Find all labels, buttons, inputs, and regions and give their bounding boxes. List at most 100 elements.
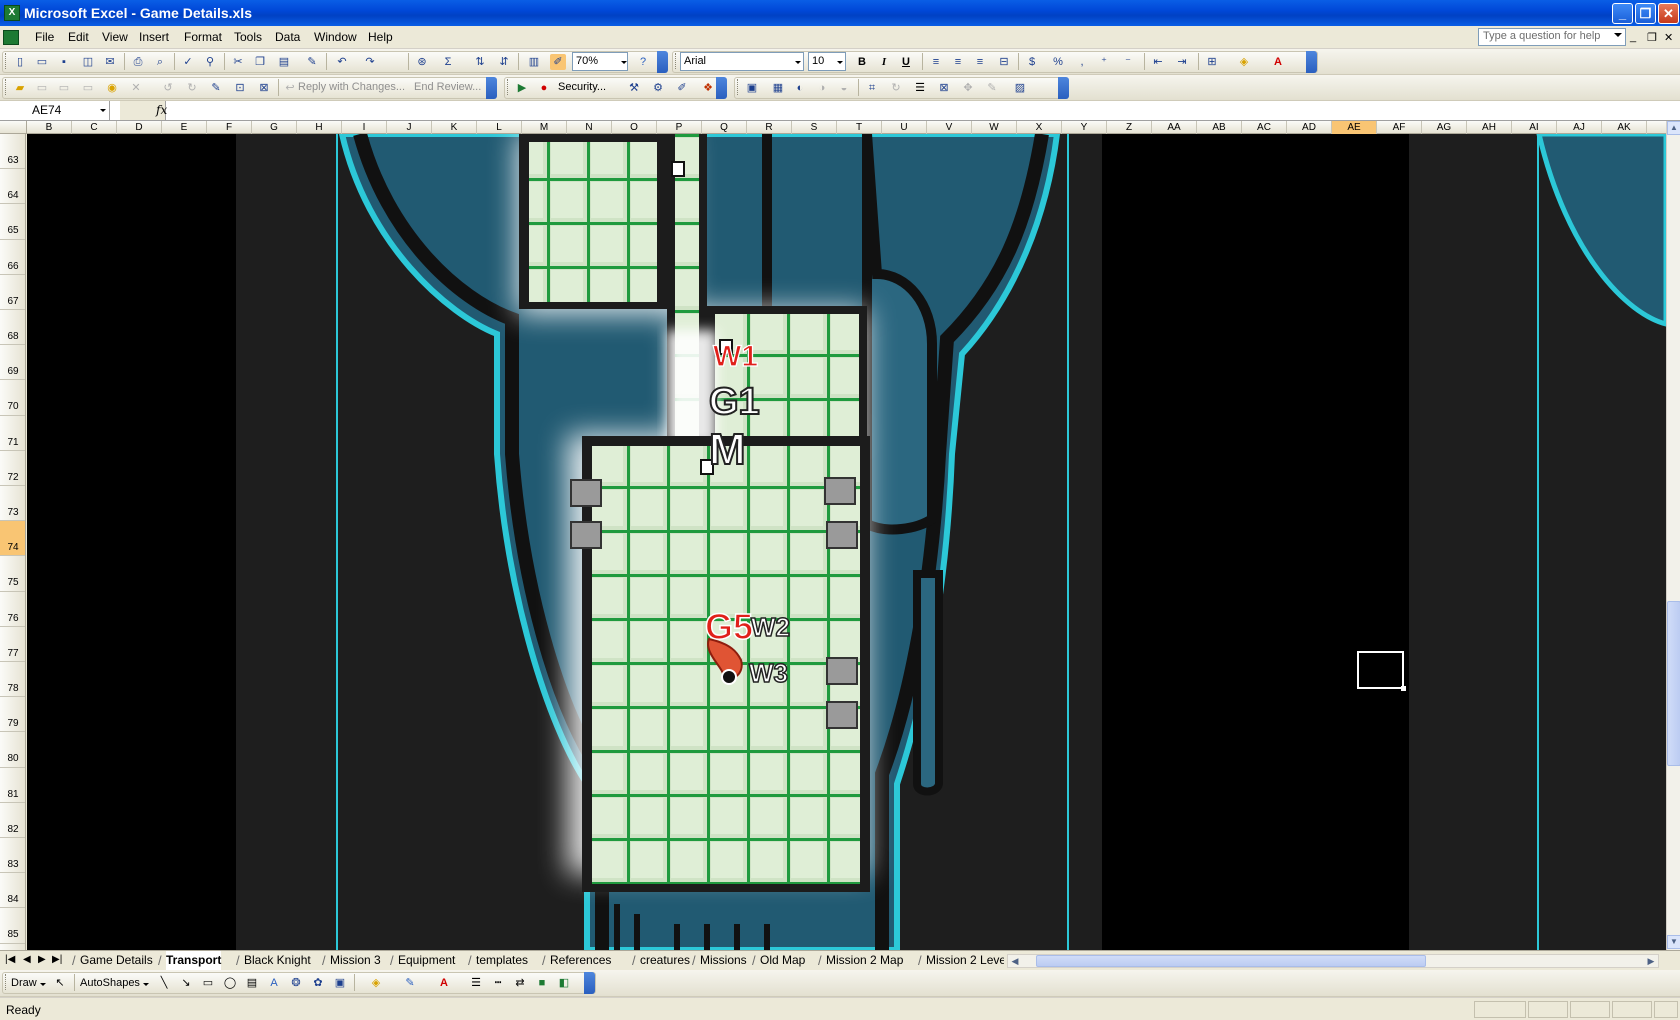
research-icon[interactable]: ⚲ xyxy=(202,54,218,70)
row-header[interactable]: 84 xyxy=(0,873,25,909)
column-header[interactable]: V xyxy=(927,121,972,134)
sort-ascending-icon[interactable]: ⇅ xyxy=(472,54,488,70)
toolbar-options-icon[interactable] xyxy=(716,77,727,99)
sheet-tab[interactable]: Missions xyxy=(700,951,747,970)
doc-restore-button[interactable]: ❐ xyxy=(1647,31,1657,44)
help-dropdown-icon[interactable] xyxy=(1614,33,1622,37)
share-icon[interactable]: ⊠ xyxy=(256,80,272,96)
column-header[interactable]: AG xyxy=(1422,121,1467,134)
protect-icon[interactable]: ⊡ xyxy=(232,80,248,96)
bold-button[interactable]: B xyxy=(854,54,870,70)
3d-style-icon[interactable]: ◧ xyxy=(556,975,572,991)
minimize-button[interactable]: _ xyxy=(1612,3,1633,24)
sheet-tab[interactable]: Old Map xyxy=(760,951,805,970)
draw-dropdown-icon[interactable] xyxy=(40,983,46,986)
note-icon[interactable]: ✎ xyxy=(208,80,224,96)
font-select[interactable]: Arial xyxy=(680,52,804,71)
increase-indent-icon[interactable]: ⇥ xyxy=(1174,54,1190,70)
column-header[interactable]: R xyxy=(747,121,792,134)
fill-color-icon[interactable]: ◈ xyxy=(368,975,384,991)
shadow-style-icon[interactable]: ■ xyxy=(534,975,550,991)
autoshapes-dropdown-icon[interactable] xyxy=(143,983,149,986)
formula-input[interactable] xyxy=(170,101,1675,120)
percent-button[interactable]: % xyxy=(1050,54,1066,70)
increase-decimal-icon[interactable]: ⁺ xyxy=(1096,54,1112,70)
scroll-right-icon[interactable]: ▶ xyxy=(1644,955,1658,967)
permission-icon[interactable]: ◫ xyxy=(80,54,96,70)
column-header[interactable]: Q xyxy=(702,121,747,134)
record-macro-icon[interactable]: ● xyxy=(536,80,552,96)
column-header[interactable]: U xyxy=(882,121,927,134)
column-header[interactable]: F xyxy=(207,121,252,134)
align-left-icon[interactable]: ≡ xyxy=(928,54,944,70)
next-sheet-icon[interactable]: ▶ xyxy=(38,954,46,965)
column-header[interactable]: AE xyxy=(1332,121,1377,134)
row-header[interactable]: 66 xyxy=(0,240,25,275)
borders-icon[interactable]: ⊞ xyxy=(1204,54,1220,70)
insert-picture-icon[interactable]: ▦ xyxy=(770,80,786,96)
comma-button[interactable]: , xyxy=(1074,54,1090,70)
menu-insert[interactable]: Insert xyxy=(139,30,169,44)
column-header[interactable]: I xyxy=(342,121,387,134)
picture-icon[interactable]: ▣ xyxy=(744,80,760,96)
row-header[interactable]: 64 xyxy=(0,169,25,205)
vb-editor-icon[interactable]: ✐ xyxy=(674,80,690,96)
toolbar-grip[interactable] xyxy=(675,53,678,69)
merge-center-icon[interactable]: ⊟ xyxy=(996,54,1012,70)
arrow-icon[interactable]: ↘ xyxy=(178,975,194,991)
font-size-dropdown-icon[interactable] xyxy=(837,61,843,64)
email-icon[interactable]: ✉ xyxy=(102,54,118,70)
column-header[interactable]: M xyxy=(522,121,567,134)
decrease-indent-icon[interactable]: ⇤ xyxy=(1150,54,1166,70)
design-mode-icon[interactable]: ⚙ xyxy=(650,80,666,96)
sheet-tab[interactable]: creatures xyxy=(640,951,690,970)
print-preview-icon[interactable]: ⌕ xyxy=(152,54,168,70)
run-macro-icon[interactable]: ▶ xyxy=(514,80,530,96)
menu-tools[interactable]: Tools xyxy=(234,30,262,44)
underline-button[interactable]: U xyxy=(898,54,914,70)
chart-wizard-icon[interactable]: ▥ xyxy=(526,54,542,70)
toolbar-options-icon[interactable] xyxy=(486,77,497,99)
format-painter-icon[interactable]: ✎ xyxy=(304,54,320,70)
column-header[interactable]: Z xyxy=(1107,121,1152,134)
toolbar-grip[interactable] xyxy=(5,974,8,990)
menu-edit[interactable]: Edit xyxy=(68,30,89,44)
show-comments-icon[interactable]: ◉ xyxy=(104,80,120,96)
column-header[interactable]: S xyxy=(792,121,837,134)
column-header[interactable]: AI xyxy=(1512,121,1557,134)
row-header[interactable]: 83 xyxy=(0,838,25,874)
row-header[interactable]: 77 xyxy=(0,627,25,662)
column-header[interactable]: Y xyxy=(1062,121,1107,134)
font-color-icon[interactable]: A xyxy=(1270,54,1286,70)
last-sheet-icon[interactable]: ▶| xyxy=(52,954,62,965)
column-header[interactable]: AH xyxy=(1467,121,1512,134)
column-header[interactable]: L xyxy=(477,121,522,134)
row-header[interactable]: 85 xyxy=(0,908,25,944)
zoom-select[interactable]: 70% xyxy=(572,52,628,71)
cut-icon[interactable]: ✂ xyxy=(230,54,246,70)
horizontal-scroll-thumb[interactable] xyxy=(1036,955,1426,967)
column-header[interactable]: W xyxy=(972,121,1017,134)
previous-sheet-icon[interactable]: ◀ xyxy=(23,954,31,965)
row-header[interactable]: 72 xyxy=(0,451,25,486)
sheet-tab[interactable]: Mission 3 xyxy=(330,951,381,970)
column-header[interactable]: X xyxy=(1017,121,1062,134)
reset-picture-icon[interactable]: ▨ xyxy=(1012,80,1028,96)
scroll-up-icon[interactable]: ▲ xyxy=(1667,121,1680,135)
row-header[interactable]: 81 xyxy=(0,768,25,803)
column-header[interactable]: AJ xyxy=(1557,121,1602,134)
row-header[interactable]: 63 xyxy=(0,134,25,170)
row-header[interactable]: 79 xyxy=(0,697,25,733)
sheet-tab[interactable]: Transport xyxy=(166,951,222,970)
wordart-icon[interactable]: A xyxy=(266,975,282,991)
sheet-tab[interactable]: Game Details xyxy=(80,951,153,970)
select-all-button[interactable] xyxy=(0,121,27,134)
row-header[interactable]: 69 xyxy=(0,345,25,381)
column-header[interactable]: AB xyxy=(1197,121,1242,134)
toolbar-grip[interactable] xyxy=(5,53,8,69)
menu-format[interactable]: Format xyxy=(184,30,222,44)
dash-style-icon[interactable]: ┅ xyxy=(490,975,506,991)
scroll-down-icon[interactable]: ▼ xyxy=(1667,935,1680,949)
arrow-style-icon[interactable]: ⇄ xyxy=(512,975,528,991)
column-header[interactable]: P xyxy=(657,121,702,134)
